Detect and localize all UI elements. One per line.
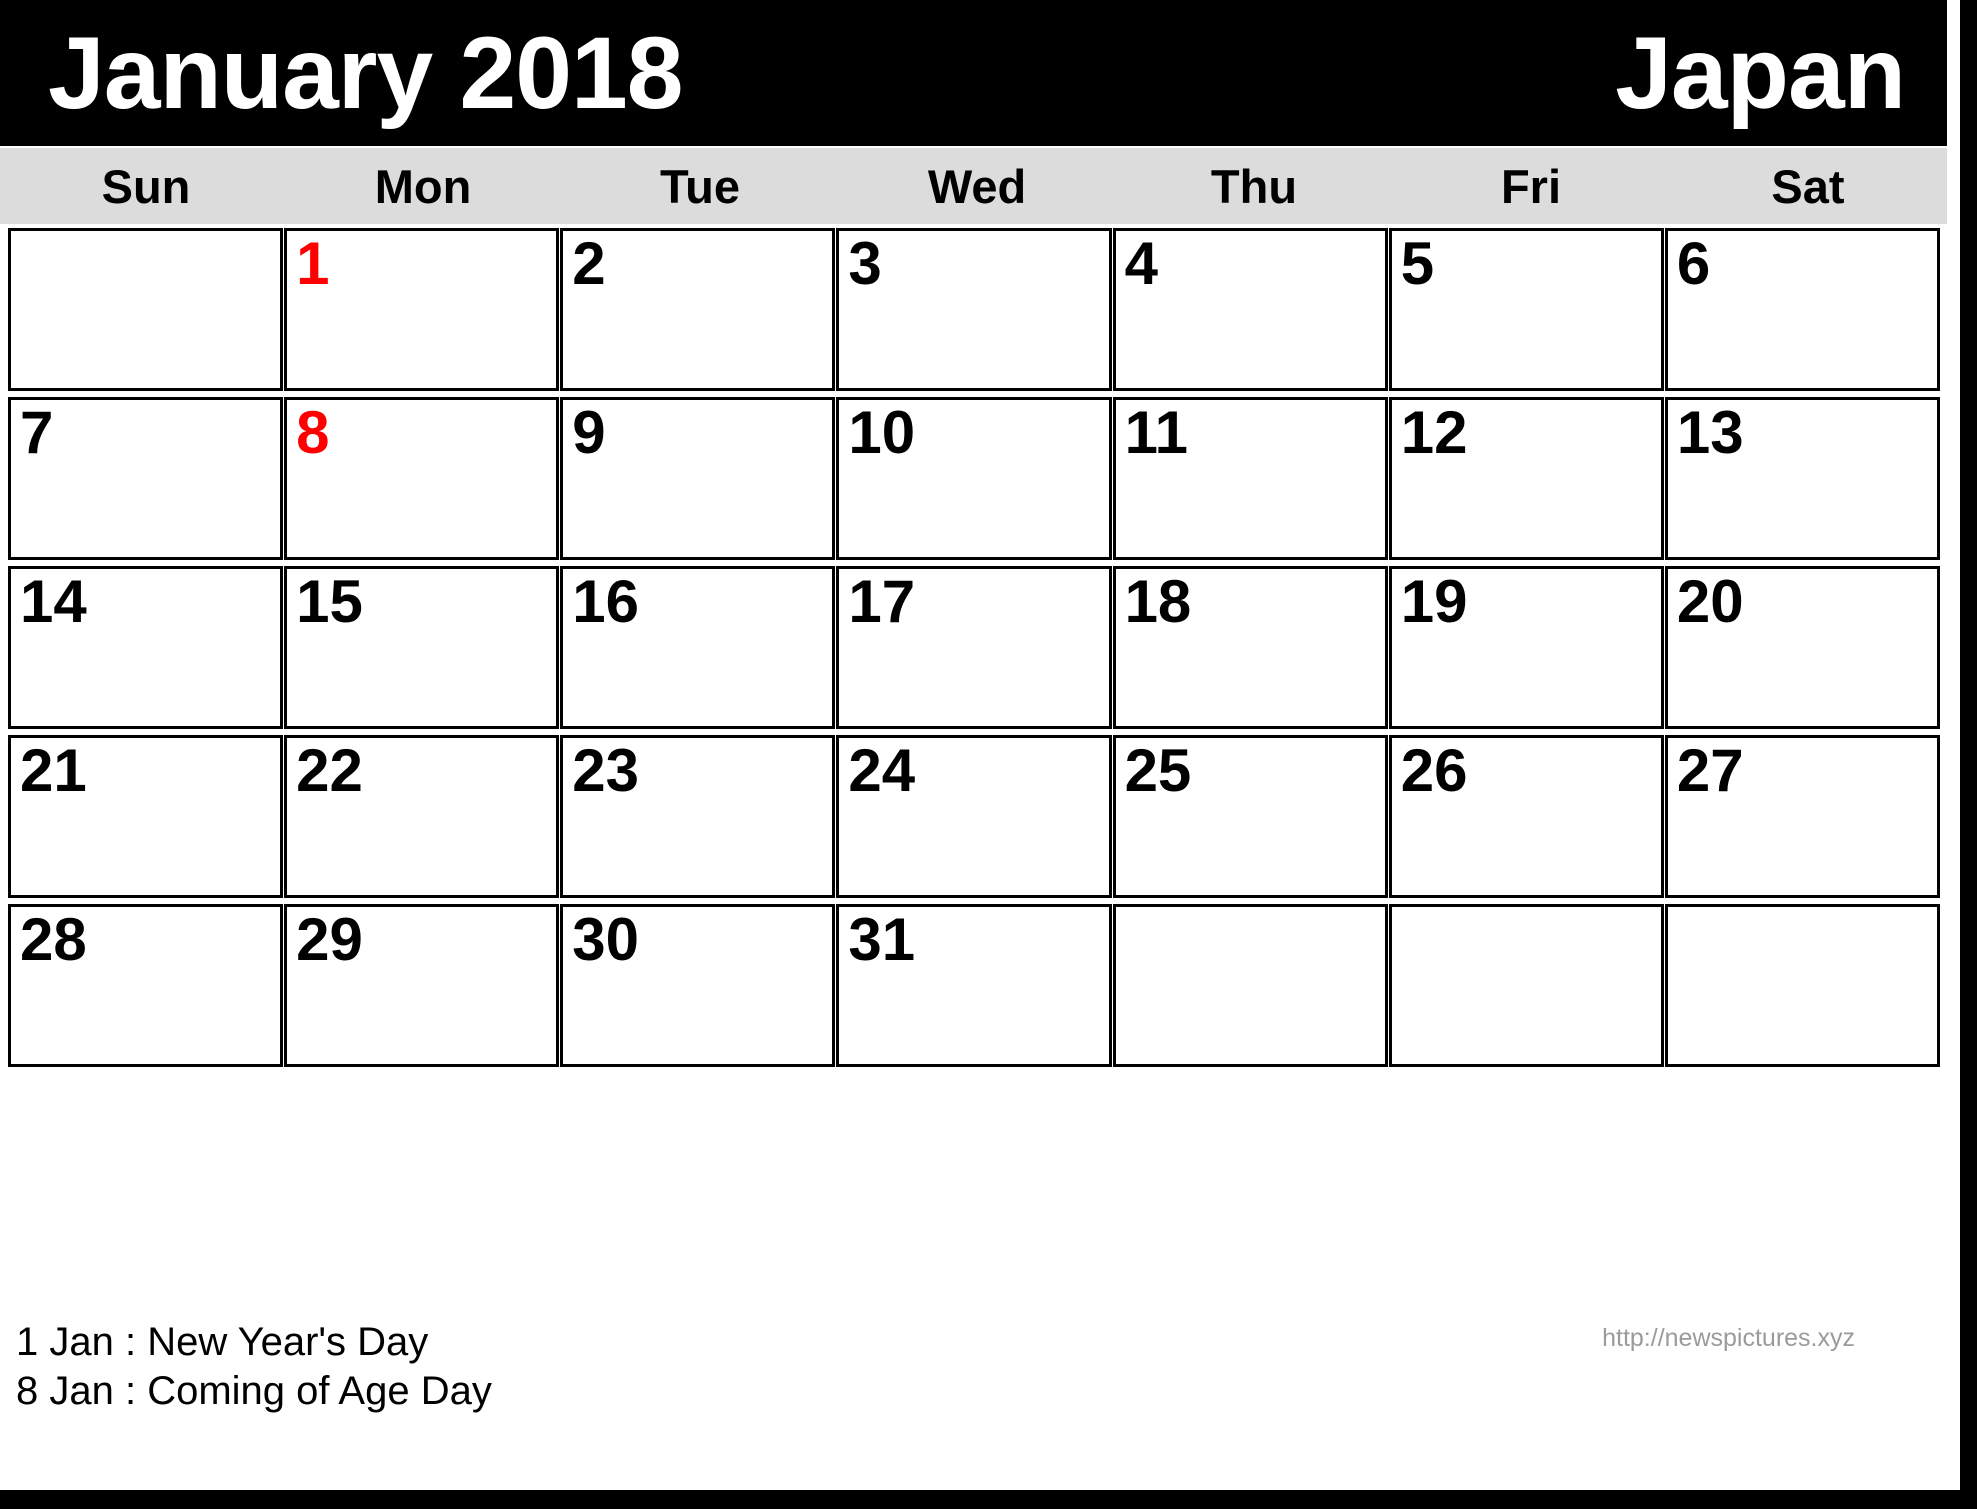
day-cell-empty[interactable] — [1112, 904, 1388, 1067]
day-cell-6[interactable]: 6 — [1664, 228, 1940, 391]
day-number: 24 — [848, 737, 916, 804]
calendar-title-bar: January 2018 Japan — [0, 0, 1947, 146]
country-title: Japan — [1615, 16, 1906, 130]
day-number: 18 — [1124, 568, 1192, 635]
day-number: 9 — [572, 399, 606, 466]
day-cell-11[interactable]: 11 — [1112, 397, 1388, 560]
weekday-header-sat: Sat — [1771, 159, 1845, 213]
day-cell-14[interactable]: 14 — [8, 566, 284, 729]
day-cell-26[interactable]: 26 — [1388, 735, 1664, 898]
day-number: 11 — [1124, 399, 1188, 466]
week-row: 1 2 3 4 5 6 — [8, 228, 1940, 391]
day-cell-25[interactable]: 25 — [1112, 735, 1388, 898]
week-row: 7 8 9 10 11 12 13 — [8, 397, 1940, 560]
day-cell-12[interactable]: 12 — [1388, 397, 1664, 560]
day-cell-18[interactable]: 18 — [1112, 566, 1388, 729]
day-cell-empty[interactable] — [1388, 904, 1664, 1067]
day-cell-empty[interactable] — [1664, 904, 1940, 1067]
page-frame-bottom-edge — [0, 1490, 1977, 1509]
day-number: 13 — [1676, 399, 1744, 466]
day-number: 19 — [1400, 568, 1468, 635]
day-cell-9[interactable]: 9 — [560, 397, 836, 560]
weekday-header-mon: Mon — [374, 159, 472, 213]
weekday-header-fri: Fri — [1500, 159, 1562, 213]
week-row: 21 22 23 24 25 26 27 — [8, 735, 1940, 898]
weekday-header-thu: Thu — [1210, 159, 1298, 213]
day-number: 16 — [572, 568, 640, 635]
day-cell-2[interactable]: 2 — [560, 228, 836, 391]
day-number: 30 — [572, 906, 640, 973]
day-number: 5 — [1400, 230, 1435, 297]
day-cell-27[interactable]: 27 — [1664, 735, 1940, 898]
holiday-legend-item: 1 Jan : New Year's Day — [16, 1320, 429, 1364]
calendar-footer: 1 Jan : New Year's Day 8 Jan : Coming of … — [0, 1318, 1947, 1478]
day-number: 28 — [20, 906, 87, 973]
weekday-header-sun: Sun — [101, 159, 191, 213]
day-number: 10 — [848, 399, 916, 466]
day-cell-17[interactable]: 17 — [836, 566, 1112, 729]
day-cell-31[interactable]: 31 — [836, 904, 1112, 1067]
day-cell-13[interactable]: 13 — [1664, 397, 1940, 560]
day-number: 6 — [1676, 230, 1711, 297]
page-frame-right-edge — [1960, 0, 1977, 1509]
day-number: 15 — [296, 568, 363, 635]
day-cell-22[interactable]: 22 — [284, 735, 560, 898]
day-number: 1 — [296, 230, 330, 297]
day-number: 21 — [20, 737, 87, 804]
day-number: 25 — [1124, 737, 1192, 804]
day-number: 20 — [1676, 568, 1744, 635]
day-number: 4 — [1124, 230, 1158, 297]
day-cell-28[interactable]: 28 — [8, 904, 284, 1067]
day-cell-4[interactable]: 4 — [1112, 228, 1388, 391]
day-cell-1[interactable]: 1 — [284, 228, 560, 391]
week-row: 28 29 30 31 — [8, 904, 1940, 1067]
day-cell-21[interactable]: 21 — [8, 735, 284, 898]
day-number: 12 — [1400, 399, 1468, 466]
source-watermark: http://newspictures.xyz — [1602, 1324, 1855, 1352]
calendar-weeks-grid: 1 2 3 4 5 6 7 8 9 10 11 12 13 14 15 16 17 18 19 20 21 22 23 24 2… — [8, 228, 1940, 1073]
day-cell-empty[interactable] — [8, 228, 284, 391]
day-cell-20[interactable]: 20 — [1664, 566, 1940, 729]
calendar-page: January 2018 Japan Sun Mon Tue Wed Thu Fri Sat… — [0, 0, 1977, 1509]
weekday-header-wed: Wed — [927, 159, 1027, 213]
day-number: 29 — [296, 906, 363, 973]
day-number: 22 — [296, 737, 363, 804]
day-number: 27 — [1676, 737, 1744, 804]
week-row: 14 15 16 17 18 19 20 — [8, 566, 1940, 729]
holiday-legend-list: 1 Jan : New Year's Day 8 Jan : Coming of … — [16, 1318, 492, 1416]
day-cell-29[interactable]: 29 — [284, 904, 560, 1067]
day-number: 17 — [848, 568, 916, 635]
day-number: 14 — [20, 568, 87, 635]
day-number: 26 — [1400, 737, 1468, 804]
day-cell-24[interactable]: 24 — [836, 735, 1112, 898]
day-cell-5[interactable]: 5 — [1388, 228, 1664, 391]
day-cell-15[interactable]: 15 — [284, 566, 560, 729]
day-cell-7[interactable]: 7 — [8, 397, 284, 560]
weekday-header-tue: Tue — [659, 159, 741, 213]
day-cell-8[interactable]: 8 — [284, 397, 560, 560]
day-cell-23[interactable]: 23 — [560, 735, 836, 898]
day-cell-3[interactable]: 3 — [836, 228, 1112, 391]
day-cell-16[interactable]: 16 — [560, 566, 836, 729]
weekday-header-row: Sun Mon Tue Wed Thu Fri Sat — [0, 148, 1947, 224]
day-number: 23 — [572, 737, 640, 804]
day-number: 2 — [572, 230, 606, 297]
day-cell-30[interactable]: 30 — [560, 904, 836, 1067]
day-cell-10[interactable]: 10 — [836, 397, 1112, 560]
holiday-legend-item: 8 Jan : Coming of Age Day — [16, 1368, 492, 1413]
day-number: 7 — [20, 399, 54, 466]
day-number: 31 — [848, 906, 916, 973]
day-number: 8 — [296, 399, 330, 466]
day-cell-19[interactable]: 19 — [1388, 566, 1664, 729]
day-number: 3 — [848, 230, 882, 297]
month-year-title: January 2018 — [48, 16, 683, 130]
